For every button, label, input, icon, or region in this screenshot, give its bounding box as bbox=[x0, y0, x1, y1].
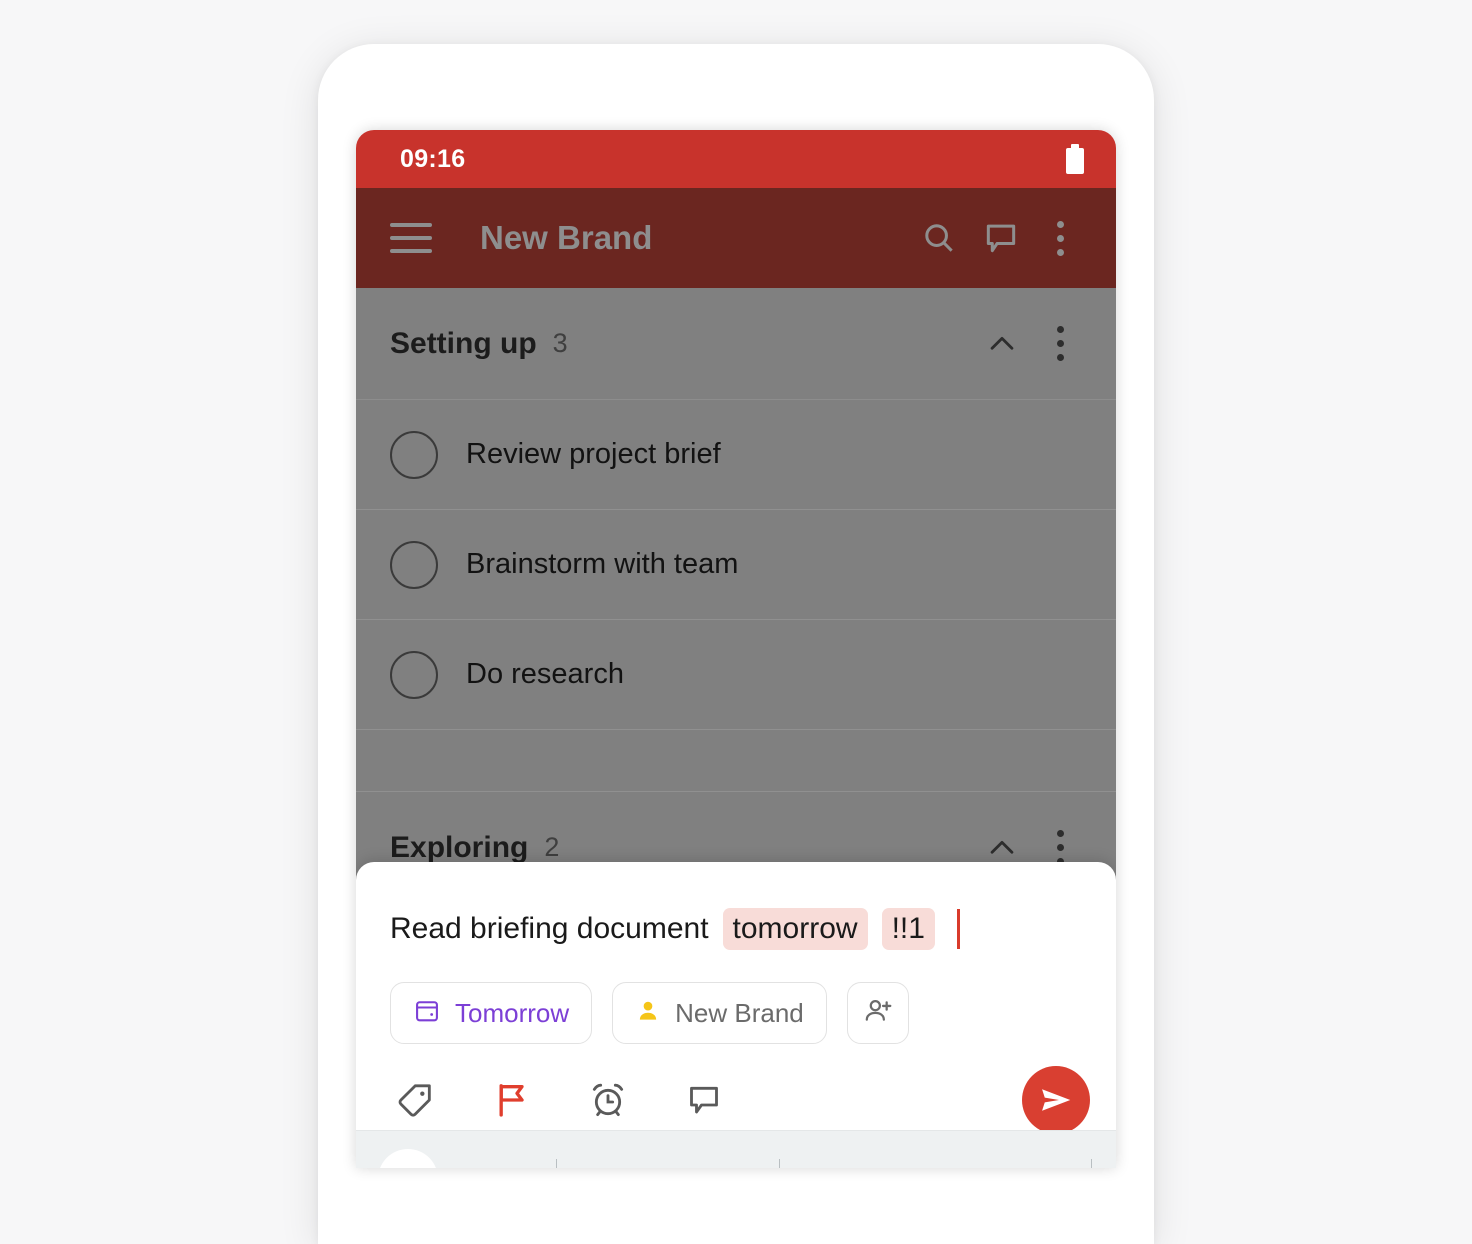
flag-icon[interactable] bbox=[486, 1074, 538, 1126]
person-icon bbox=[635, 998, 661, 1029]
calendar-icon bbox=[413, 997, 441, 1030]
section-count: 2 bbox=[544, 832, 560, 862]
priority-token[interactable]: !!1 bbox=[881, 908, 935, 950]
search-icon[interactable] bbox=[908, 207, 970, 269]
quick-add-sheet: Read briefing document tomorrow !!1 Tomo… bbox=[356, 862, 1116, 1168]
quick-add-text: Read briefing document tomorrow !!1 bbox=[390, 908, 960, 950]
quick-add-input[interactable]: Read briefing document tomorrow !!1 bbox=[356, 862, 1116, 956]
chevron-up-icon[interactable] bbox=[972, 314, 1032, 374]
circle-checkbox-icon[interactable] bbox=[390, 540, 438, 589]
alarm-clock-icon[interactable] bbox=[582, 1074, 634, 1126]
comment-icon[interactable] bbox=[970, 207, 1032, 269]
tag-icon[interactable] bbox=[390, 1074, 442, 1126]
phone-screen: 09:16 New Brand Setting up 3 Review proj… bbox=[356, 130, 1116, 1168]
person-add-icon bbox=[862, 995, 894, 1032]
status-bar-clock: 09:16 bbox=[400, 144, 466, 173]
more-vertical-icon[interactable] bbox=[1032, 207, 1088, 269]
task-row[interactable]: Do research bbox=[356, 620, 1116, 730]
assign-chip[interactable] bbox=[846, 982, 909, 1044]
battery-full-icon bbox=[1066, 144, 1084, 174]
task-row[interactable]: Review project brief bbox=[356, 400, 1116, 510]
keyboard-suggestion-bar[interactable] bbox=[356, 1130, 1116, 1168]
circle-checkbox-icon[interactable] bbox=[390, 650, 438, 699]
date-chip-label: Tomorrow bbox=[455, 997, 570, 1028]
project-chip[interactable]: New Brand bbox=[612, 982, 827, 1044]
task-label: Brainstorm with team bbox=[466, 548, 739, 580]
task-label: Review project brief bbox=[466, 438, 721, 470]
section-header-setting-up[interactable]: Setting up 3 bbox=[356, 288, 1116, 400]
app-bar: New Brand bbox=[356, 188, 1116, 288]
text-caret bbox=[956, 909, 960, 949]
section-overflow-icon[interactable] bbox=[1032, 314, 1088, 374]
project-chip-label: New Brand bbox=[675, 997, 804, 1028]
section-title: Exploring bbox=[390, 830, 529, 864]
comment-icon[interactable] bbox=[678, 1074, 730, 1126]
section-count: 3 bbox=[552, 328, 568, 358]
task-list-content: Setting up 3 Review project brief Brains… bbox=[356, 288, 1116, 1168]
task-label: Do research bbox=[466, 658, 624, 690]
emoji-suggestion-icon[interactable] bbox=[378, 1149, 438, 1168]
date-chip[interactable]: Tomorrow bbox=[390, 982, 593, 1044]
status-bar: 09:16 bbox=[356, 130, 1116, 188]
page-title: New Brand bbox=[480, 219, 653, 256]
circle-checkbox-icon[interactable] bbox=[390, 430, 438, 479]
send-button[interactable] bbox=[1022, 1066, 1090, 1134]
task-text-plain: Read briefing document bbox=[390, 912, 709, 945]
date-token[interactable]: tomorrow bbox=[722, 908, 868, 950]
section-title: Setting up bbox=[390, 326, 537, 360]
section-spacer bbox=[356, 730, 1116, 792]
task-row[interactable]: Brainstorm with team bbox=[356, 510, 1116, 620]
quick-add-chips: Tomorrow New Brand bbox=[356, 956, 1116, 1044]
hamburger-menu-icon[interactable] bbox=[390, 223, 432, 253]
